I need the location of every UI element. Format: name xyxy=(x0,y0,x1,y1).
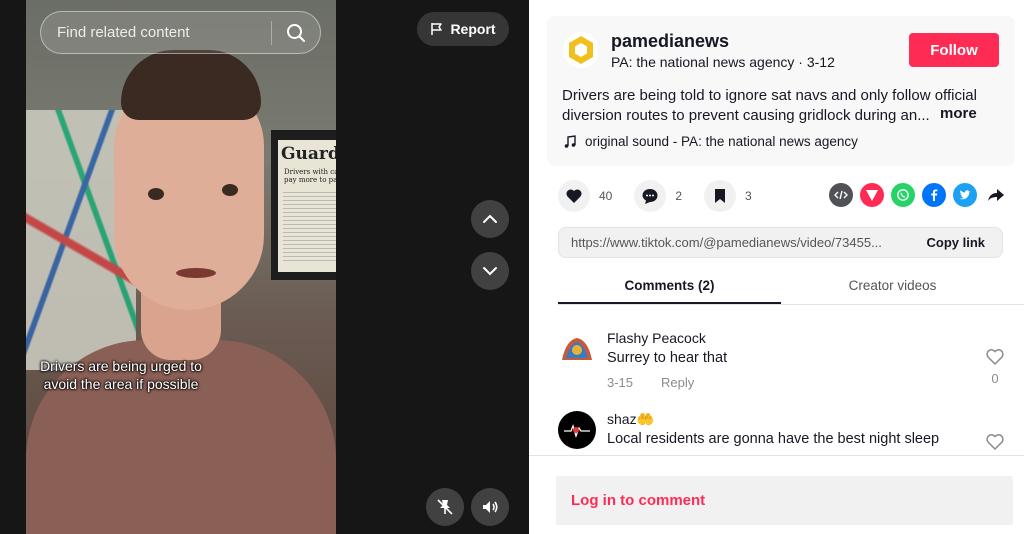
sound-label: original sound - PA: the national news a… xyxy=(585,134,858,149)
video-frame[interactable]: Guardian Drivers with cash pay more to p… xyxy=(26,0,336,534)
comment-text: Surrey to hear that xyxy=(607,350,728,366)
save-action[interactable]: 3 xyxy=(704,180,752,212)
more-button[interactable]: more xyxy=(940,105,977,122)
like-action[interactable]: 40 xyxy=(558,180,612,212)
like-count: 40 xyxy=(599,189,613,203)
whatsapp-icon[interactable] xyxy=(891,183,915,207)
search-input[interactable] xyxy=(41,24,271,41)
video-caption: Drivers are being urged to avoid the are… xyxy=(40,358,202,392)
video-description: Drivers are being told to ignore sat nav… xyxy=(562,87,977,124)
chevron-up-icon xyxy=(483,214,497,223)
page: Guardian Drivers with cash pay more to p… xyxy=(0,0,1024,534)
next-video-button[interactable] xyxy=(471,252,509,290)
comment-like[interactable] xyxy=(983,433,1007,455)
share-icons xyxy=(829,183,1008,207)
pa-logo-icon xyxy=(569,36,593,64)
login-bar: Log in to comment xyxy=(529,455,1024,534)
embed-icon[interactable] xyxy=(829,183,853,207)
volume-icon xyxy=(483,501,498,513)
reply-button[interactable]: Reply xyxy=(661,375,694,390)
comment-icon xyxy=(642,189,658,204)
share-link-box: https://www.tiktok.com/@pamedianews/vide… xyxy=(558,227,1003,258)
comment-like[interactable]: 0 xyxy=(983,348,1007,386)
tab-creator-videos[interactable]: Creator videos xyxy=(781,270,1004,304)
commenter-avatar[interactable] xyxy=(558,411,596,449)
login-label: Log in to comment xyxy=(571,492,706,509)
volume-button[interactable] xyxy=(471,488,509,526)
bookmark-icon xyxy=(715,189,726,203)
author-avatar[interactable] xyxy=(563,32,599,68)
music-note-icon xyxy=(564,134,576,148)
newspaper-headline: Drivers with cash pay more to park xyxy=(284,168,336,184)
chevron-down-icon xyxy=(483,267,497,276)
search-icon xyxy=(287,23,305,42)
sound-link[interactable]: original sound - PA: the national news a… xyxy=(563,134,858,149)
follow-button[interactable]: Follow xyxy=(909,33,999,67)
comment-text: Local residents are gonna have the best … xyxy=(607,431,940,447)
floating-player-button[interactable] xyxy=(426,488,464,526)
commenter-avatar[interactable] xyxy=(558,330,596,368)
video-player[interactable]: Guardian Drivers with cash pay more to p… xyxy=(0,0,529,534)
pin-off-icon xyxy=(437,499,453,515)
author-username[interactable]: pamedianews xyxy=(611,31,729,52)
previous-video-button[interactable] xyxy=(471,200,509,238)
share-link-url[interactable]: https://www.tiktok.com/@pamedianews/vide… xyxy=(559,235,909,250)
comment-username[interactable]: Flashy Peacock xyxy=(607,330,706,346)
side-panel: pamedianews PA: the national news agency… xyxy=(529,0,1024,534)
report-button[interactable]: Report xyxy=(417,12,509,46)
facebook-icon[interactable] xyxy=(922,183,946,207)
search-bar[interactable] xyxy=(40,11,321,54)
search-button[interactable] xyxy=(272,11,320,54)
send-icon[interactable] xyxy=(860,183,884,207)
action-bar: 40 2 3 xyxy=(558,180,774,212)
heart-outline-icon xyxy=(986,434,1004,451)
twitter-icon[interactable] xyxy=(953,183,977,207)
comment-count: 2 xyxy=(675,189,683,203)
heart-icon xyxy=(566,189,582,203)
report-label: Report xyxy=(450,21,496,37)
comment-like-count: 0 xyxy=(991,371,999,386)
tabs: Comments (2) Creator videos xyxy=(558,270,1024,305)
copy-link-button[interactable]: Copy link xyxy=(909,235,1002,250)
newspaper-masthead: Guardian xyxy=(281,144,336,164)
heart-outline-icon xyxy=(986,349,1004,366)
comment-action[interactable]: 2 xyxy=(634,180,682,212)
comment-date: 3-15 xyxy=(607,375,634,390)
video-info-card: pamedianews PA: the national news agency… xyxy=(547,16,1015,166)
comment-item: shaz🤲 Local residents are gonna have the… xyxy=(558,411,1008,455)
login-to-comment-button[interactable]: Log in to comment xyxy=(556,476,1013,525)
share-arrow-icon[interactable] xyxy=(984,183,1008,207)
comment-username[interactable]: shaz🤲 xyxy=(607,411,654,428)
author-subtitle: PA: the national news agency · 3-12 xyxy=(611,54,835,70)
flag-icon xyxy=(431,23,443,35)
tab-comments[interactable]: Comments (2) xyxy=(558,270,781,304)
save-count: 3 xyxy=(745,189,752,203)
comment-item: Flashy Peacock Surrey to hear that 3-15 … xyxy=(558,330,1008,400)
background-newspaper: Guardian Drivers with cash pay more to p… xyxy=(278,140,336,272)
